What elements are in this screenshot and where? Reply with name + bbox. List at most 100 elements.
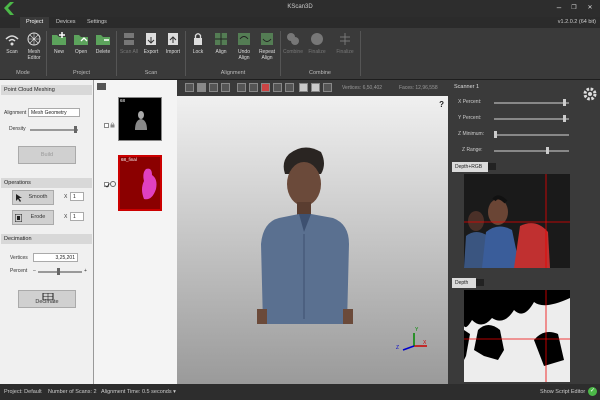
delete-project-button[interactable]: Delete	[92, 31, 114, 55]
repeat-align-button[interactable]: Repeat Align	[256, 31, 278, 61]
x-percent-thumb[interactable]	[563, 99, 566, 106]
axis-y-label: Y	[415, 327, 419, 333]
alignment-time-dropdown[interactable]: Alignment Time: 0.5 seconds ▾	[101, 389, 176, 395]
tab-project[interactable]: Project	[20, 17, 50, 28]
scan-checkbox[interactable]	[104, 123, 109, 128]
mesh-editor-button[interactable]: Mesh Editor	[23, 31, 45, 61]
title-bar: KScan3D – ❐ ✕	[0, 0, 600, 17]
stop-icon[interactable]	[311, 83, 320, 92]
z-range-thumb[interactable]	[546, 147, 549, 154]
erode-icon	[14, 213, 23, 228]
lock-icon[interactable]	[110, 122, 115, 128]
lock-label: Lock	[192, 49, 204, 55]
decimation-header: Decimation	[1, 234, 92, 244]
repeat-align-label: Repeat Align	[258, 49, 276, 61]
view-front-icon[interactable]	[185, 83, 194, 92]
vertices-input[interactable]: 3,25,201	[33, 253, 78, 262]
z-range-label: Z Range:	[462, 147, 483, 153]
y-percent-slider[interactable]	[494, 118, 569, 120]
undo-align-button[interactable]: Undo Align	[233, 31, 255, 61]
finalize-button[interactable]: Finalize	[306, 31, 328, 55]
wireframe-icon[interactable]	[273, 83, 282, 92]
maximize-button[interactable]: ❐	[567, 2, 581, 14]
smooth-iterations-input[interactable]: 1	[70, 192, 84, 201]
tab-devices[interactable]: Devices	[50, 17, 82, 28]
lock-button[interactable]: Lock	[187, 31, 209, 55]
scan-all-label: Scan All	[119, 49, 139, 55]
camera-icon[interactable]	[488, 163, 496, 170]
z-minimum-thumb[interactable]	[494, 131, 497, 138]
z-range-slider[interactable]	[494, 150, 569, 152]
view-top-icon[interactable]	[209, 83, 218, 92]
view-iso-icon[interactable]	[221, 83, 230, 92]
divider	[360, 31, 361, 76]
scan-thumbnail[interactable]: 68	[118, 97, 162, 141]
erode-button[interactable]: Erode	[12, 210, 54, 225]
erode-iterations-input[interactable]: 1	[70, 212, 84, 221]
camera-icon[interactable]	[476, 279, 484, 286]
y-percent-label: Y Percent:	[458, 115, 482, 121]
percent-plus: +	[84, 268, 87, 274]
scan-all-button[interactable]: Scan All	[118, 31, 140, 55]
import-button[interactable]: Import	[162, 31, 184, 55]
group-combine-label: Combine	[308, 70, 331, 76]
wifi-scan-icon	[4, 31, 20, 47]
import-icon	[165, 31, 181, 47]
play-icon[interactable]	[299, 83, 308, 92]
export-button[interactable]: Export	[140, 31, 162, 55]
tab-settings[interactable]: Settings	[81, 17, 113, 28]
new-project-button[interactable]: New	[48, 31, 70, 55]
depth-rgb-tab[interactable]: Depth+RGB	[452, 162, 488, 172]
open-project-button[interactable]: Open	[70, 31, 92, 55]
finalize-alt-button[interactable]: Finalize	[334, 31, 356, 55]
undo-align-icon	[236, 31, 252, 47]
decimate-button[interactable]: Decimate	[18, 290, 76, 308]
combine-button[interactable]: Combine	[282, 31, 304, 55]
help-button[interactable]: ?	[439, 100, 444, 109]
light-icon[interactable]	[237, 83, 246, 92]
smooth-button[interactable]: Smooth	[12, 190, 54, 205]
density-label: Density	[9, 126, 26, 132]
x-percent-slider[interactable]	[494, 102, 569, 104]
z-minimum-label: Z Minimum:	[458, 131, 485, 137]
scan-checkbox[interactable]	[104, 182, 110, 188]
color-icon[interactable]	[261, 83, 270, 92]
align-button[interactable]: Align	[210, 31, 232, 55]
scan-count: Number of Scans: 2	[48, 389, 97, 395]
depth-tab[interactable]: Depth	[452, 278, 476, 288]
erode-x-label: X	[64, 214, 68, 220]
minimize-button[interactable]: –	[552, 2, 566, 14]
density-slider-thumb[interactable]	[74, 126, 77, 133]
scan-thumbnail-selected[interactable]: 68_final	[118, 155, 162, 211]
z-minimum-slider[interactable]	[494, 134, 569, 136]
panel-menu-icon[interactable]	[97, 83, 106, 90]
scanned-person-model	[257, 147, 353, 324]
target-icon[interactable]	[110, 181, 116, 187]
y-percent-thumb[interactable]	[563, 115, 566, 122]
close-button[interactable]: ✕	[583, 2, 597, 14]
smooth-x-label: X	[64, 194, 68, 200]
gear-icon[interactable]	[582, 86, 598, 102]
vertices-label: Vertices	[10, 255, 28, 261]
viewport-toolbar: Vertices: 6,50,402 Faces: 12,96,558	[177, 80, 448, 96]
decimate-icon	[19, 292, 77, 302]
delete-label: Delete	[95, 49, 111, 55]
scan-mode-label: Scan	[6, 49, 18, 55]
percent-slider[interactable]	[38, 271, 82, 273]
percent-slider-thumb[interactable]	[57, 268, 60, 275]
show-script-editor-link[interactable]: Show Script Editor	[540, 389, 585, 395]
scan-mode-button[interactable]: Scan	[1, 31, 23, 55]
left-panel: Point Cloud Meshing Alignment Mesh Geome…	[0, 80, 93, 384]
3d-viewport[interactable]: ? Z X Y	[177, 96, 448, 384]
density-slider[interactable]	[30, 129, 78, 131]
percent-label: Percent	[10, 268, 28, 274]
build-button[interactable]: Build	[18, 146, 76, 164]
view-side-icon[interactable]	[197, 83, 206, 92]
solid-icon[interactable]	[285, 83, 294, 92]
alignment-select[interactable]: Mesh Geometry	[28, 108, 80, 117]
grid-icon[interactable]	[249, 83, 258, 92]
record-icon[interactable]	[323, 83, 332, 92]
window-title: KScan3D	[287, 4, 313, 10]
scan-all-icon	[121, 31, 137, 47]
percent-minus: –	[33, 268, 36, 274]
